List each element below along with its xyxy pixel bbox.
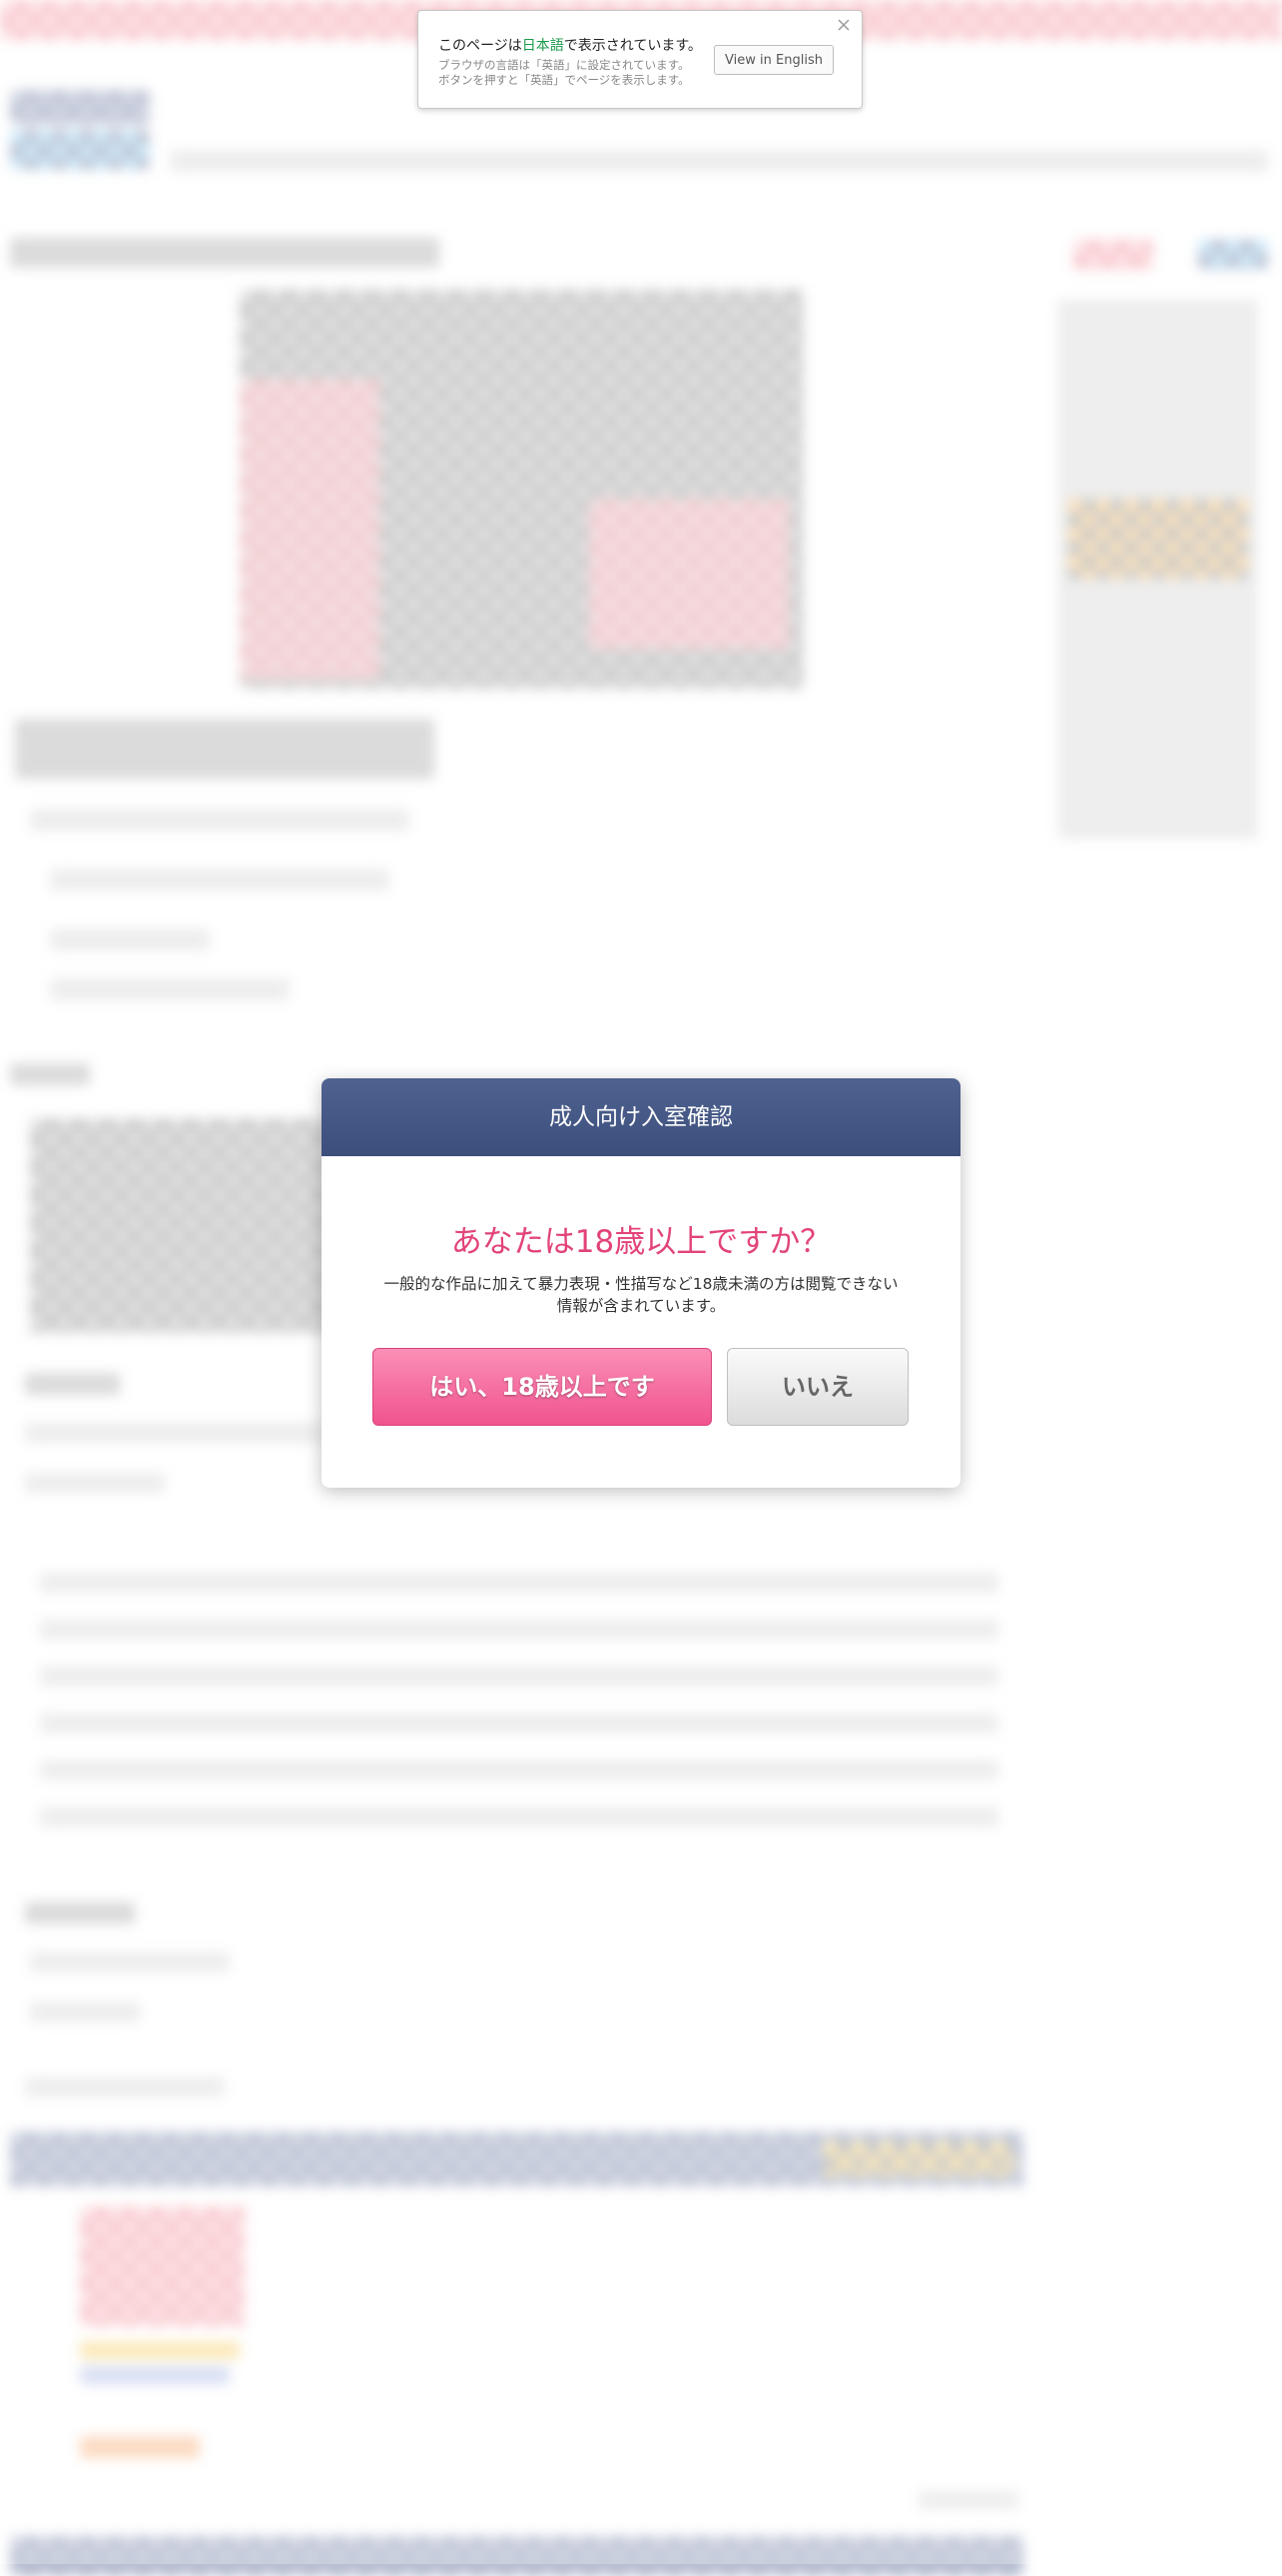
age-verification-modal: 成人向け入室確認 あなたは18歳以上ですか？ 一般的な作品に加えて暴力表現・性描… (321, 1078, 961, 1488)
language-notice-message: このページは日本語で表示されています。 (438, 38, 702, 54)
language-notice-detail: ブラウザの言語は「英語」に設定されています。 ボタンを押すと「英語」でページを表… (438, 58, 690, 87)
current-language: 日本語 (521, 38, 564, 54)
modal-title: 成人向け入室確認 (321, 1078, 961, 1156)
language-notice: このページは日本語で表示されています。 ブラウザの言語は「英語」に設定されていま… (417, 10, 863, 109)
decline-button[interactable]: いいえ (727, 1348, 909, 1426)
age-description: 一般的な作品に加えて暴力表現・性描写など18歳未満の方は閲覧できない情報が含まれ… (383, 1275, 899, 1315)
close-icon[interactable] (834, 15, 854, 35)
age-question: あなたは18歳以上ですか？ (450, 1224, 832, 1260)
confirm-adult-button[interactable]: はい、18歳以上です (372, 1348, 712, 1426)
view-in-english-button[interactable]: View in English (714, 45, 834, 75)
